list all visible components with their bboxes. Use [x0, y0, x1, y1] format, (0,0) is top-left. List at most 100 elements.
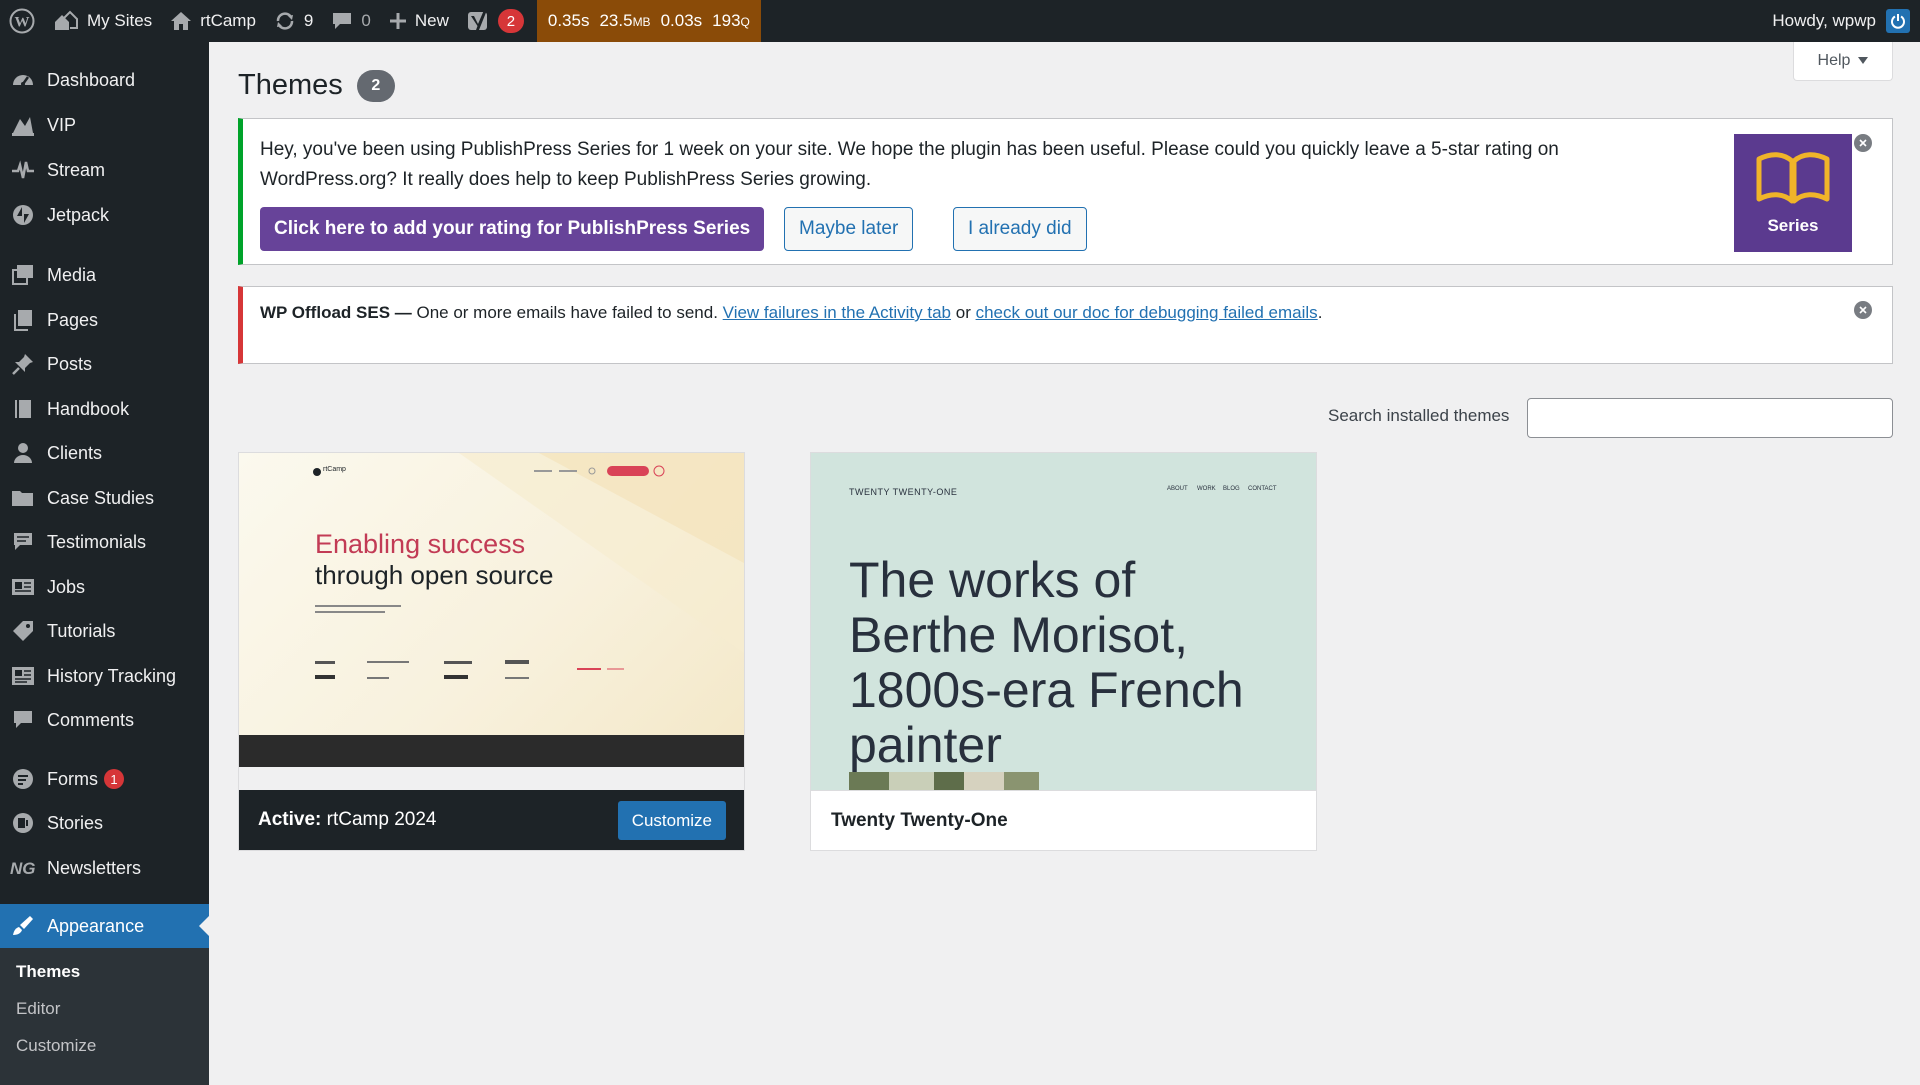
sidebar-item-posts[interactable]: Posts — [0, 342, 209, 386]
sidebar-item-label: VIP — [47, 114, 77, 135]
theme-card-twenty-twenty-one[interactable]: TWENTY TWENTY-ONE ABOUT WORK BLOG CONTAC… — [810, 452, 1317, 851]
my-sites-icon — [53, 10, 79, 32]
updates-icon — [274, 10, 296, 32]
admin-bar: W My Sites rtCamp 9 0 New 2 0.35s 23.5MB… — [0, 0, 1920, 42]
theme-count-badge: 2 — [356, 69, 395, 102]
customize-button[interactable]: Customize — [617, 801, 726, 840]
sidebar-item-label: History Tracking — [47, 665, 177, 686]
sidebar-item-label: Stories — [47, 812, 104, 833]
sidebar-item-label: Posts — [47, 353, 93, 374]
yoast-count-badge: 2 — [497, 9, 524, 33]
perf-queries: 193Q — [712, 11, 750, 30]
sidebar-item-dashboard[interactable]: Dashboard — [0, 58, 209, 102]
add-rating-button[interactable]: Click here to add your rating for Publis… — [260, 207, 765, 251]
sidebar-item-forms[interactable]: Forms 1 — [0, 757, 209, 801]
view-failures-link[interactable]: View failures in the Activity tab — [723, 303, 951, 322]
sidebar-item-clients[interactable]: Clients — [0, 431, 209, 475]
sidebar-item-testimonials[interactable]: Testimonials — [0, 520, 209, 564]
dismiss-icon[interactable] — [1854, 301, 1872, 319]
sidebar-item-label: Handbook — [47, 398, 130, 419]
updates-menu[interactable]: 9 — [265, 0, 322, 42]
comment-icon — [10, 707, 36, 733]
sidebar-item-comments[interactable]: Comments — [0, 698, 209, 742]
sidebar-item-label: Tutorials — [47, 620, 116, 641]
site-name-label: rtCamp — [200, 11, 256, 30]
avatar — [1886, 9, 1910, 33]
book-icon — [10, 396, 36, 422]
help-button[interactable]: Help — [1793, 42, 1893, 81]
search-themes-input[interactable] — [1527, 398, 1893, 438]
submenu-themes[interactable]: Themes — [16, 962, 80, 982]
rtcamp-preview-graphic — [313, 453, 744, 679]
dismiss-icon[interactable] — [1854, 134, 1872, 152]
perf-time: 0.35s — [547, 11, 590, 30]
caret-down-icon — [1858, 52, 1869, 70]
sidebar-item-label: Forms — [47, 768, 98, 789]
appearance-submenu: Themes Editor Customize — [0, 948, 209, 1085]
debug-doc-link[interactable]: check out our doc for debugging failed e… — [976, 303, 1318, 322]
theme-footer: Active: rtCamp 2024 Customize — [239, 790, 744, 850]
ses-notice-message: WP Offload SES — One or more emails have… — [260, 300, 1360, 326]
forms-count-badge: 1 — [104, 769, 124, 789]
help-label: Help — [1817, 52, 1851, 69]
sidebar-item-label: Testimonials — [47, 531, 147, 552]
perf-memory: 23.5MB — [599, 11, 651, 30]
sidebar-item-tutorials[interactable]: Tutorials — [0, 609, 209, 653]
ses-notice-or: or — [951, 303, 976, 322]
sidebar-item-media[interactable]: Media — [0, 253, 209, 297]
sidebar-item-label: Jetpack — [47, 204, 110, 225]
ses-notice-end: . — [1317, 303, 1323, 322]
theme-screenshot[interactable]: TWENTY TWENTY-ONE ABOUT WORK BLOG CONTAC… — [811, 453, 1316, 790]
search-label: Search installed themes — [1328, 406, 1510, 425]
sidebar-item-jetpack[interactable]: Jetpack — [0, 193, 209, 237]
my-sites-menu[interactable]: My Sites — [44, 0, 161, 42]
sidebar-item-label: Jobs — [47, 576, 86, 597]
preview-nav-about: ABOUT — [1167, 486, 1188, 492]
sidebar-item-history-tracking[interactable]: History Tracking — [0, 654, 209, 698]
updates-count: 9 — [303, 11, 314, 30]
submenu-customize[interactable]: Customize — [16, 1036, 96, 1056]
preview-nav-contact: CONTACT — [1248, 486, 1277, 492]
sidebar-item-case-studies[interactable]: Case Studies — [0, 476, 209, 520]
sidebar-item-appearance[interactable]: Appearance — [0, 904, 209, 948]
theme-card-active[interactable]: rtCamp Enabling success through open sou… — [238, 452, 745, 851]
sidebar-item-label: Case Studies — [47, 487, 155, 508]
sidebar-item-newsletters[interactable]: NG Newsletters — [0, 846, 209, 890]
wordpress-logo-icon[interactable]: W — [0, 0, 44, 42]
main-content: Help Themes 2 Hey, you've been using Pub… — [209, 42, 1920, 1085]
sidebar-item-pages[interactable]: Pages — [0, 298, 209, 342]
power-icon — [1891, 14, 1905, 29]
query-monitor-menu[interactable]: 0.35s 23.5MB 0.03s 193Q — [536, 0, 761, 42]
sidebar-item-label: Media — [47, 264, 97, 285]
ses-notice-text: One or more emails have failed to send. — [411, 303, 723, 322]
sidebar-item-jobs[interactable]: Jobs — [0, 565, 209, 609]
already-did-button[interactable]: I already did — [953, 207, 1087, 251]
comments-menu[interactable]: 0 — [322, 0, 379, 42]
sidebar-item-label: Newsletters — [47, 857, 142, 878]
new-content-menu[interactable]: New — [380, 0, 458, 42]
site-name-menu[interactable]: rtCamp — [161, 0, 265, 42]
account-menu[interactable]: Howdy, wpwp — [1772, 0, 1920, 42]
preview-site-title: TWENTY TWENTY-ONE — [849, 487, 958, 497]
preview-dark-strip — [239, 735, 744, 767]
active-theme-name: rtCamp 2024 — [326, 809, 437, 830]
sidebar-item-stream[interactable]: Stream — [0, 148, 209, 192]
admin-sidebar: Dashboard VIP Stream Jetpack Media Pages… — [0, 42, 209, 1085]
active-prefix: Active: — [258, 809, 322, 830]
user-icon — [10, 440, 36, 466]
media-icon — [10, 262, 36, 288]
sidebar-item-handbook[interactable]: Handbook — [0, 387, 209, 431]
sidebar-item-vip[interactable]: VIP — [0, 103, 209, 147]
open-book-icon — [1755, 151, 1831, 210]
vip-icon — [10, 112, 36, 138]
theme-screenshot[interactable]: rtCamp Enabling success through open sou… — [239, 453, 744, 790]
maybe-later-button[interactable]: Maybe later — [784, 207, 914, 251]
sidebar-item-label: Pages — [47, 309, 99, 330]
home-icon — [170, 11, 192, 31]
sidebar-item-stories[interactable]: Stories — [0, 801, 209, 845]
submenu-editor[interactable]: Editor — [16, 999, 60, 1019]
sidebar-item-label: Comments — [47, 709, 135, 730]
plus-icon — [389, 12, 407, 30]
yoast-menu[interactable]: 2 — [458, 0, 533, 42]
howdy-label: Howdy, wpwp — [1772, 11, 1876, 30]
